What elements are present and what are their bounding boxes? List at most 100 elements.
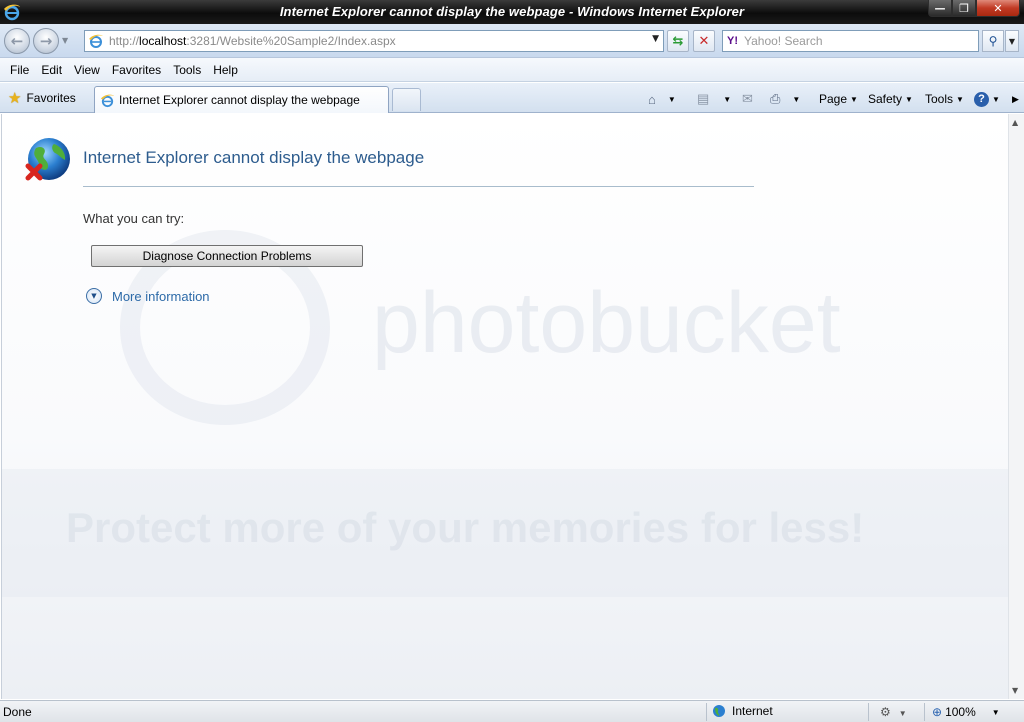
search-input[interactable]: Y! Yahoo! Search [722, 30, 979, 52]
more-information-label: More information [112, 288, 210, 304]
refresh-button[interactable]: ⇆ [667, 30, 689, 52]
print-button[interactable]: ⎙ ▼ [770, 90, 800, 108]
content-area: photobucket Protect more of your memorie… [1, 114, 1009, 699]
menu-view[interactable]: View [68, 63, 106, 77]
chevron-down-icon: ▼ [991, 707, 1000, 717]
tools-menu-button[interactable]: Tools ▼ [925, 90, 964, 108]
chevron-down-icon: ▼ [850, 94, 858, 104]
chevron-down-icon: ▼ [898, 709, 907, 718]
safety-menu-label: Safety [868, 92, 903, 106]
globe-icon [713, 705, 725, 717]
chevron-down-icon: ▼ [992, 94, 1000, 104]
back-button[interactable]: ← [4, 28, 30, 54]
feeds-button[interactable]: ▤ ▼ [697, 90, 731, 108]
zone-label: Internet [732, 704, 773, 718]
toolbar-overflow-button[interactable]: ▶ [1012, 90, 1019, 108]
zoom-level: 100% [945, 705, 976, 719]
home-button[interactable]: ⌂ ▼ [648, 90, 676, 108]
address-dropdown-icon[interactable]: ▼ [652, 34, 659, 44]
window-title: Internet Explorer cannot display the web… [279, 4, 745, 19]
url-text: http://localhost:3281/Website%20Sample2/… [109, 34, 396, 48]
menu-favorites[interactable]: Favorites [106, 63, 167, 77]
chevron-down-icon: ▼ [1008, 36, 1016, 46]
page-title: Internet Explorer cannot display the web… [83, 148, 425, 167]
menu-edit[interactable]: Edit [35, 63, 68, 77]
help-icon: ? [974, 91, 989, 107]
search-button[interactable]: ⚲ [982, 30, 1004, 52]
zoom-icon: ⊕ [932, 705, 943, 719]
menu-bar: File Edit View Favorites Tools Help [0, 58, 1024, 82]
address-toolbar: ← → ▼ http://localhost:3281/Website%20Sa… [0, 24, 1024, 58]
tab-bar: ★ Favorites Internet Explorer cannot dis… [0, 83, 1024, 113]
print-dropdown-icon[interactable]: ▼ [792, 95, 800, 104]
search-placeholder: Yahoo! Search [744, 34, 823, 48]
suggestions-heading: What you can try: [83, 211, 185, 226]
safety-menu-button[interactable]: Safety ▼ [868, 90, 913, 108]
favorites-button[interactable]: ★ Favorites [3, 87, 81, 109]
scroll-up-icon[interactable]: ▲ [1012, 118, 1018, 127]
vertical-scrollbar[interactable]: ▲ ▼ [1008, 114, 1024, 699]
back-arrow-icon: ← [10, 32, 24, 50]
close-button[interactable]: ✕ [976, 0, 1020, 17]
status-separator [706, 703, 707, 721]
search-options-dropdown[interactable]: ▼ [1005, 30, 1019, 52]
chevron-down-icon: ▼ [905, 94, 913, 104]
page-icon [100, 94, 115, 107]
expand-chevron-icon: ▼ [86, 288, 102, 304]
address-field[interactable]: http://localhost:3281/Website%20Sample2/… [84, 30, 664, 52]
mail-icon: ✉ [742, 91, 753, 106]
status-separator [868, 703, 869, 721]
minimize-button[interactable]: — [928, 0, 952, 17]
zoom-control[interactable]: ⊕ 100% ▼ [932, 705, 1000, 719]
diagnose-connection-button[interactable]: Diagnose Connection Problems [91, 245, 363, 267]
menu-tools[interactable]: Tools [167, 63, 207, 77]
printer-icon: ⎙ [770, 91, 781, 106]
scroll-down-icon[interactable]: ▼ [1012, 686, 1018, 695]
rss-feed-icon: ▤ [697, 91, 710, 106]
watermark-logo: photobucket [372, 275, 841, 371]
home-icon: ⌂ [648, 91, 656, 107]
home-dropdown-icon[interactable]: ▼ [668, 95, 676, 104]
divider [83, 186, 754, 187]
recent-pages-dropdown[interactable]: ▼ [62, 36, 68, 45]
restore-icon: ❐ [959, 1, 969, 15]
page-menu-label: Page [819, 92, 848, 106]
page-menu-button[interactable]: Page ▼ [819, 90, 858, 108]
menu-file[interactable]: File [4, 63, 35, 77]
title-bar: Internet Explorer cannot display the web… [0, 0, 1024, 24]
url-path: :3281/Website%20Sample2/Index.aspx [186, 34, 396, 48]
page-icon [89, 34, 103, 48]
window-controls: — ❐ ✕ [928, 0, 1020, 18]
refresh-icon: ⇆ [672, 33, 684, 49]
forward-arrow-icon: → [39, 32, 53, 50]
help-button[interactable]: ? ▼ [974, 90, 1000, 108]
forward-button[interactable]: → [33, 28, 59, 54]
protected-mode-indicator[interactable]: ⚙ ▼ [880, 705, 907, 719]
chevron-right-icon: ▶ [1012, 93, 1019, 104]
active-tab[interactable]: Internet Explorer cannot display the web… [94, 86, 389, 113]
status-bar: Done Internet ⚙ ▼ ⊕ 100% ▼ [0, 700, 1024, 722]
stop-icon: ✕ [698, 33, 710, 49]
yahoo-icon: Y! [727, 35, 738, 47]
tools-menu-label: Tools [925, 92, 954, 106]
star-icon: ★ [8, 90, 22, 107]
url-host: localhost [139, 34, 187, 48]
protected-mode-icon: ⚙ [880, 705, 891, 719]
security-zone[interactable]: Internet [712, 704, 773, 718]
chevron-down-icon: ▼ [956, 94, 964, 104]
magnifier-icon: ⚲ [988, 34, 998, 48]
feeds-dropdown-icon[interactable]: ▼ [723, 95, 731, 104]
more-information-link[interactable]: ▼ More information [86, 288, 210, 304]
minimize-icon: — [934, 1, 946, 15]
tab-title: Internet Explorer cannot display the web… [119, 93, 360, 107]
status-text: Done [3, 705, 32, 719]
menu-help[interactable]: Help [207, 63, 244, 77]
stop-button[interactable]: ✕ [693, 30, 715, 52]
read-mail-button[interactable]: ✉ [742, 90, 753, 108]
favorites-label: Favorites [26, 91, 76, 105]
new-tab-button[interactable] [392, 88, 421, 111]
url-prefix: http:// [109, 34, 140, 48]
maximize-button[interactable]: ❐ [952, 0, 976, 17]
globe-error-icon [25, 138, 70, 181]
watermark-tagline: Protect more of your memories for less! [66, 504, 865, 551]
